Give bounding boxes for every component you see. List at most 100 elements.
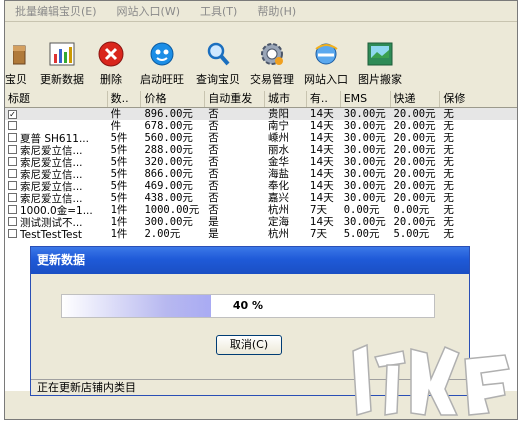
photo-border xyxy=(0,420,524,427)
cell-title-text: 索尼爱立信... xyxy=(20,181,83,192)
magnifier-icon xyxy=(203,39,233,69)
cell-ems: 0.00元 xyxy=(343,204,380,216)
search-item-button[interactable]: 查询宝贝 xyxy=(191,37,245,87)
menu-batch-edit[interactable]: 批量编辑宝贝(E) xyxy=(5,3,107,19)
box-icon xyxy=(5,39,35,69)
cell-warranty: 无 xyxy=(443,216,454,228)
cell-price: 320.00元 xyxy=(144,156,193,168)
table-row[interactable]: 测试测试不... 1件 300.00元 是 定海 14天 30.00元 20.00元无 xyxy=(5,216,517,228)
cell-title: 1000.0金=1... xyxy=(5,204,108,216)
cell-warranty: 无 xyxy=(443,192,454,204)
cell-qty: 1件 xyxy=(110,204,128,216)
col-warranty[interactable]: 保修 xyxy=(440,91,517,107)
cell-title-text: 索尼爱立信... xyxy=(20,157,83,168)
col-quantity[interactable]: 数.. xyxy=(108,91,142,107)
menu-site-entry[interactable]: 网站入口(W) xyxy=(107,3,190,19)
row-checkbox[interactable] xyxy=(8,157,17,166)
table-row[interactable]: TestTestTest 1件 2.00元 是 杭州 7天 5.00元 5.00元 无 xyxy=(5,228,517,240)
menu-help[interactable]: 帮助(H) xyxy=(247,3,306,19)
watermark-logo xyxy=(352,343,510,416)
cell-valid: 14天 xyxy=(309,216,334,228)
table-row[interactable]: 索尼爱立信... 5件 438.00元 否 嘉兴 14天 30.00元 20.00元无 xyxy=(5,192,517,204)
menu-tools[interactable]: 工具(T) xyxy=(190,3,247,19)
col-valid-period[interactable]: 有.. xyxy=(307,91,341,107)
cell-city: 杭州 xyxy=(267,204,289,216)
cell-city: 杭州 xyxy=(267,228,289,240)
cell-valid: 14天 xyxy=(309,120,334,132)
cell-valid: 14天 xyxy=(309,180,334,192)
table-row[interactable]: 索尼爱立信... 5件 320.00元 否 金华 14天 30.00元 20.00元无 xyxy=(5,156,517,168)
cell-express: 20.00元 xyxy=(393,156,436,168)
table-row[interactable]: ✓ 件 896.00元 否 贵阳 14天 30.00元 20.00元无 xyxy=(5,108,517,120)
cell-valid: 14天 xyxy=(309,156,334,168)
cell-warranty: 无 xyxy=(443,180,454,192)
cell-title: 测试测试不... xyxy=(5,216,108,228)
picture-move-button[interactable]: 图片搬家 xyxy=(353,37,407,87)
cell-qty: 5件 xyxy=(110,168,128,180)
cell-auto: 否 xyxy=(208,180,219,192)
row-checkbox[interactable] xyxy=(8,217,17,226)
cell-auto: 是 xyxy=(208,228,219,240)
row-checkbox[interactable] xyxy=(8,133,17,142)
row-checkbox[interactable]: ✓ xyxy=(8,110,17,119)
cell-express: 20.00元 xyxy=(393,108,436,120)
cell-title-text: 夏普 SH611... xyxy=(20,133,89,144)
progress-text: 40 % xyxy=(232,299,264,312)
toolbar: 宝贝 更新数据 删除 启动旺旺 查询宝贝 交易管理 网站入口 图片搬家 xyxy=(5,37,517,87)
col-ems[interactable]: EMS xyxy=(341,91,391,107)
cell-price: 300.00元 xyxy=(144,216,193,228)
cell-title: TestTestTest xyxy=(5,228,108,240)
cell-auto: 否 xyxy=(208,144,219,156)
cell-warranty: 无 xyxy=(443,228,454,240)
table-row[interactable]: 件 678.00元 否 南宁 14天 30.00元 20.00元无 xyxy=(5,120,517,132)
cell-city: 贵阳 xyxy=(267,108,289,120)
trade-management-button[interactable]: 交易管理 xyxy=(245,37,299,87)
row-checkbox[interactable] xyxy=(8,181,17,190)
row-checkbox[interactable] xyxy=(8,229,17,238)
cell-price: 1000.00元 xyxy=(144,204,200,216)
col-city[interactable]: 城市 xyxy=(265,91,307,107)
cell-qty: 件 xyxy=(110,108,122,120)
cell-title-text: 索尼爱立信... xyxy=(20,193,83,204)
cell-ems: 30.00元 xyxy=(343,156,386,168)
update-data-button[interactable]: 更新数据 xyxy=(35,37,89,87)
item-button[interactable]: 宝贝 xyxy=(5,37,35,87)
col-auto-relist[interactable]: 自动重发 xyxy=(205,91,265,107)
table-row[interactable]: 索尼爱立信... 5件 288.00元 否 丽水 14天 30.00元 20.00元无 xyxy=(5,144,517,156)
cell-city: 丽水 xyxy=(267,144,289,156)
start-wangwang-button[interactable]: 启动旺旺 xyxy=(133,37,191,87)
app-window: 批量编辑宝贝(E) 网站入口(W) 工具(T) 帮助(H) 宝贝 更新数据 删除 xyxy=(4,0,518,420)
row-checkbox[interactable] xyxy=(8,145,17,154)
cell-auto: 否 xyxy=(208,156,219,168)
cell-price: 2.00元 xyxy=(144,228,181,240)
cell-express: 20.00元 xyxy=(393,216,436,228)
col-title[interactable]: 标题 xyxy=(5,91,108,107)
cell-title: ✓ xyxy=(5,108,108,120)
cell-auto: 否 xyxy=(208,204,219,216)
table-row[interactable]: 索尼爱立信... 5件 866.00元 否 海盐 14天 30.00元 20.00元无 xyxy=(5,168,517,180)
site-entry-button[interactable]: 网站入口 xyxy=(299,37,353,87)
row-checkbox[interactable] xyxy=(8,169,17,178)
cell-auto: 否 xyxy=(208,168,219,180)
cell-qty: 1件 xyxy=(110,228,128,240)
cell-express: 20.00元 xyxy=(393,144,436,156)
cancel-button[interactable]: 取消(C) xyxy=(216,335,282,355)
table-row[interactable]: 夏普 SH611... 5件 560.00元 否 嵊州 14天 30.00元 20.00元无 xyxy=(5,132,517,144)
cell-express: 5.00元 xyxy=(393,228,430,240)
chart-icon xyxy=(47,39,77,69)
grid-header: 标题 数.. 价格 自动重发 城市 有.. EMS 快递 保修 xyxy=(5,91,517,108)
row-checkbox[interactable] xyxy=(8,121,17,130)
col-price[interactable]: 价格 xyxy=(141,91,206,107)
cell-ems: 30.00元 xyxy=(343,120,386,132)
row-checkbox[interactable] xyxy=(8,193,17,202)
col-express[interactable]: 快递 xyxy=(391,91,441,107)
table-row[interactable]: 索尼爱立信... 5件 469.00元 否 奉化 14天 30.00元 20.00元无 xyxy=(5,180,517,192)
delete-button[interactable]: 删除 xyxy=(89,37,133,87)
cell-title-text: 1000.0金=1... xyxy=(20,205,93,216)
cell-qty: 1件 xyxy=(110,216,128,228)
grid-body: ✓ 件 896.00元否贵阳 14天 30.00元 20.00元无件 678.00元否南宁 1… xyxy=(5,108,517,240)
row-checkbox[interactable] xyxy=(8,205,17,214)
dialog-title[interactable]: 更新数据 xyxy=(31,247,469,274)
table-row[interactable]: 1000.0金=1... 1件 1000.00元否 杭州 7天 0.00元 0.00元 无 xyxy=(5,204,517,216)
cell-price: 288.00元 xyxy=(144,144,193,156)
